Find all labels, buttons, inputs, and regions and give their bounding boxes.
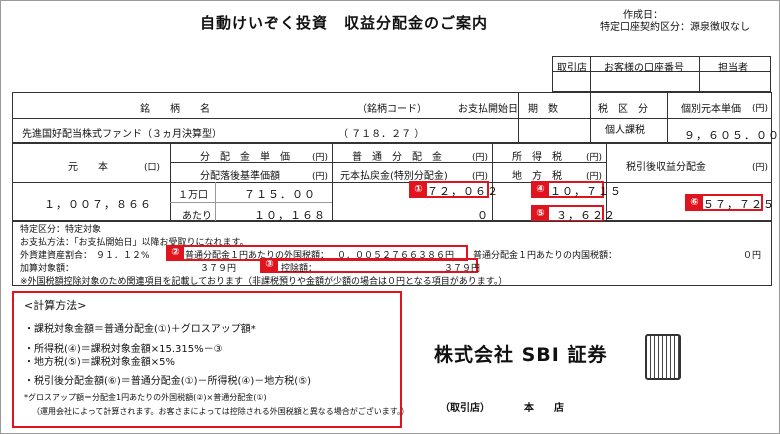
calc-line-6: （運用会社によって計算されます。お客さまによっては控除される外国税額と異なる場合… bbox=[32, 407, 409, 416]
per-10000-label: １万口 bbox=[178, 190, 208, 201]
income-tax-value: １０，７１５ bbox=[550, 185, 622, 198]
domestic-tax-label: 普通分配金１円あたりの内国税額： bbox=[473, 251, 618, 261]
branch-label: （取引店） bbox=[440, 403, 490, 414]
foreign-ratio-value: ９１．１２% bbox=[96, 251, 150, 261]
marker-6-icon: ⑥ bbox=[686, 195, 703, 210]
taxable-label: 加算対象額： bbox=[20, 264, 75, 274]
fund-name-header: 銘 柄 名 bbox=[140, 104, 210, 115]
unit-price-header: 個別元本単価 bbox=[681, 104, 741, 115]
unit-price-value: ９，６０５．００ bbox=[684, 129, 780, 142]
income-tax-unit: (円) bbox=[586, 153, 603, 163]
principal-header: 元 本 bbox=[68, 162, 108, 173]
foreign-ratio-label: 外貨建資産割合： bbox=[20, 251, 93, 261]
base-price-unit: (円) bbox=[312, 172, 329, 182]
document-title: 自動けいぞく投資 収益分配金のご案内 bbox=[200, 14, 489, 32]
normal-dist-value: ７２，０６２ bbox=[427, 185, 499, 198]
marker-5-icon: ⑤ bbox=[532, 206, 549, 221]
normal-dist-unit: (円) bbox=[472, 153, 489, 163]
taxable-value: ３７９円 bbox=[200, 264, 237, 274]
company-seal-icon bbox=[645, 334, 681, 380]
period-header: 期 数 bbox=[528, 104, 558, 115]
footnote: ※外国税額控除対象のため関連項目を記載しております（非課税預りや金額が少額の場合… bbox=[20, 277, 508, 287]
calc-line-4: ・税引後分配金額(⑥)＝普通分配金(①)－所得税(④)－地方税(⑤) bbox=[24, 376, 312, 387]
base-price-header: 分配落後基準価額 bbox=[200, 171, 280, 182]
company-name: 株式会社 SBI 証券 bbox=[434, 344, 608, 366]
deduct-value: ３７９円 bbox=[444, 264, 481, 274]
dist-per-value: ７１５．００ bbox=[244, 188, 316, 201]
after-tax-value: ５７，７２５ bbox=[703, 198, 775, 211]
local-tax-header: 地 方 税 bbox=[512, 171, 562, 182]
marker-1-icon: ① bbox=[410, 182, 427, 197]
normal-dist-header: 普 通 分 配 金 bbox=[352, 152, 442, 163]
dist-unit-unit: (円) bbox=[312, 153, 329, 163]
after-tax-header: 税引後収益分配金 bbox=[626, 162, 706, 173]
principal-value: １，００７，８６６ bbox=[44, 198, 152, 211]
branch-value: 本 店 bbox=[524, 403, 564, 414]
marker-4-icon: ④ bbox=[532, 182, 549, 197]
after-tax-unit: (円) bbox=[752, 163, 769, 173]
unit-price-unit: (円) bbox=[752, 104, 769, 114]
calc-line-5: *グロスアップ額＝分配金1円あたりの外国税額(②)×普通分配金(①) bbox=[24, 393, 267, 402]
marker-3-icon: ③ bbox=[261, 259, 278, 271]
special-category: 特定区分：特定対象 bbox=[20, 225, 102, 235]
income-tax-header: 所 得 税 bbox=[512, 152, 562, 163]
calc-line-1: ・課税対象金額＝普通分配金(①)＋グロスアップ額* bbox=[24, 324, 256, 335]
staff-header: 担当者 bbox=[718, 63, 748, 74]
pay-date-header: お支払開始日 bbox=[458, 104, 518, 115]
deduct-label: 控除額： bbox=[281, 264, 318, 274]
account-type: 特定口座契約区分：源泉徴収なし bbox=[600, 22, 750, 33]
account-number-header: お客様の口座番号 bbox=[604, 63, 684, 74]
tax-class-header: 税 区 分 bbox=[598, 104, 648, 115]
dist-unit-header: 分 配 金 単 価 bbox=[200, 152, 290, 163]
principal-unit: (口) bbox=[144, 163, 161, 173]
calc-line-3: ・地方税(⑤)＝課税対象金額×5% bbox=[24, 357, 176, 368]
domestic-tax-value: ０円 bbox=[743, 251, 762, 261]
calc-title: <計算方法> bbox=[24, 299, 87, 312]
marker-2-icon: ② bbox=[167, 246, 184, 259]
fund-code: （ ７１８．２７ ） bbox=[338, 129, 425, 140]
fund-code-header: （銘柄コード） bbox=[357, 104, 427, 115]
branch-header: 取引店 bbox=[557, 63, 587, 74]
atari-label: あたり bbox=[182, 211, 212, 222]
calculation-method-box: <計算方法> ・課税対象金額＝普通分配金(①)＋グロスアップ額* ・所得税(④)… bbox=[12, 291, 409, 428]
fund-name: 先進国好配当株式ファンド（３ヵ月決算型） bbox=[22, 129, 222, 140]
tax-class-value: 個人課税 bbox=[605, 125, 645, 136]
refund-header: 元本払戻金(特別分配金) bbox=[340, 171, 448, 182]
